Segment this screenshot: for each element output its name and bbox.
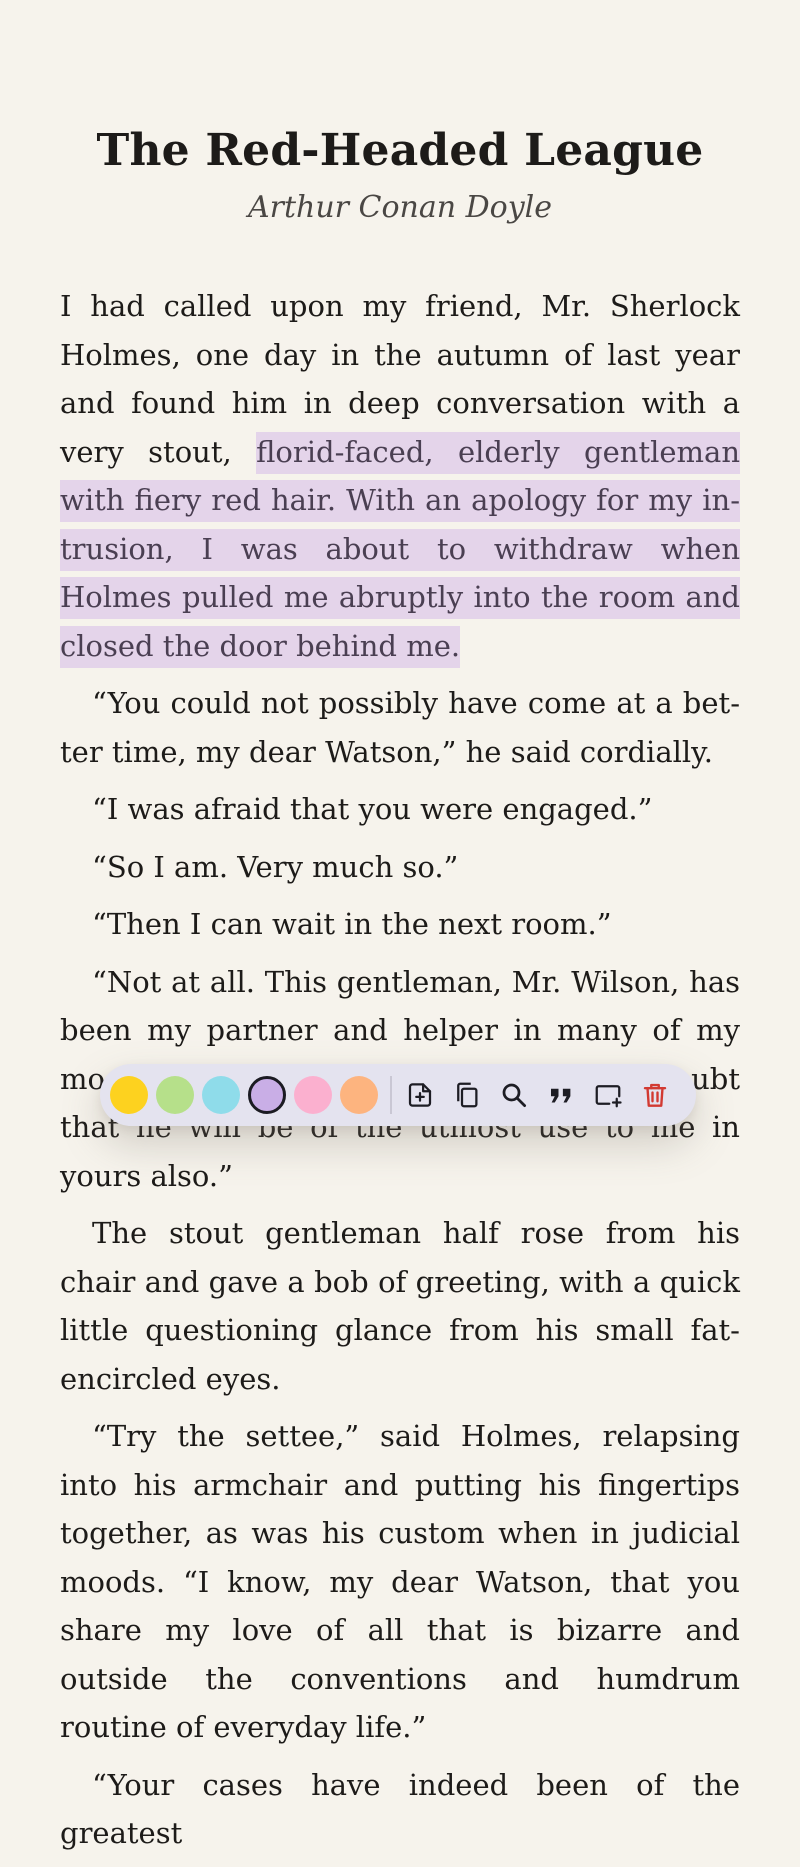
quote-icon	[551, 1088, 571, 1103]
color-swatch-green[interactable]	[156, 1076, 194, 1114]
paragraph[interactable]: The stout gentleman half rose from his c…	[60, 1209, 740, 1403]
paragraph[interactable]: “Then I can wait in the next room.”	[60, 900, 740, 949]
paragraph[interactable]: I had called upon my friend, Mr. Sherloc…	[60, 282, 740, 670]
trash-icon	[643, 1083, 667, 1107]
paragraph[interactable]: “You could not possibly have come at a b…	[60, 679, 740, 776]
add-note-button[interactable]	[402, 1077, 438, 1113]
paragraph[interactable]: “So I am. Very much so.”	[60, 843, 740, 892]
color-swatch-orange[interactable]	[340, 1076, 378, 1114]
search-button[interactable]	[496, 1077, 532, 1113]
paragraph[interactable]: “I was afraid that you were engaged.”	[60, 785, 740, 834]
add-frame-icon	[595, 1085, 622, 1108]
book-title: The Red-Headed League	[96, 125, 704, 176]
color-swatch-yellow[interactable]	[110, 1076, 148, 1114]
quote-button[interactable]	[543, 1077, 579, 1113]
color-swatch-blue[interactable]	[202, 1076, 240, 1114]
copy-button[interactable]	[449, 1077, 485, 1113]
copy-icon	[457, 1082, 478, 1108]
toolbar-divider	[390, 1076, 392, 1114]
book-author: Arthur Conan Doyle	[247, 190, 553, 225]
highlight-toolbar	[100, 1064, 696, 1126]
paragraph[interactable]: “Your cases have indeed been of the grea…	[60, 1761, 740, 1858]
reader-page: The Red-Headed League Arthur Conan Doyle…	[60, 0, 740, 1867]
paragraph[interactable]: “Try the settee,” said Holmes, relapsing…	[60, 1412, 740, 1752]
search-icon	[502, 1083, 526, 1107]
delete-highlight-button[interactable]	[637, 1077, 673, 1113]
color-swatch-purple[interactable]	[248, 1076, 286, 1114]
color-swatch-pink[interactable]	[294, 1076, 332, 1114]
add-bookmark-button[interactable]	[590, 1077, 626, 1113]
note-add-icon	[408, 1083, 432, 1107]
